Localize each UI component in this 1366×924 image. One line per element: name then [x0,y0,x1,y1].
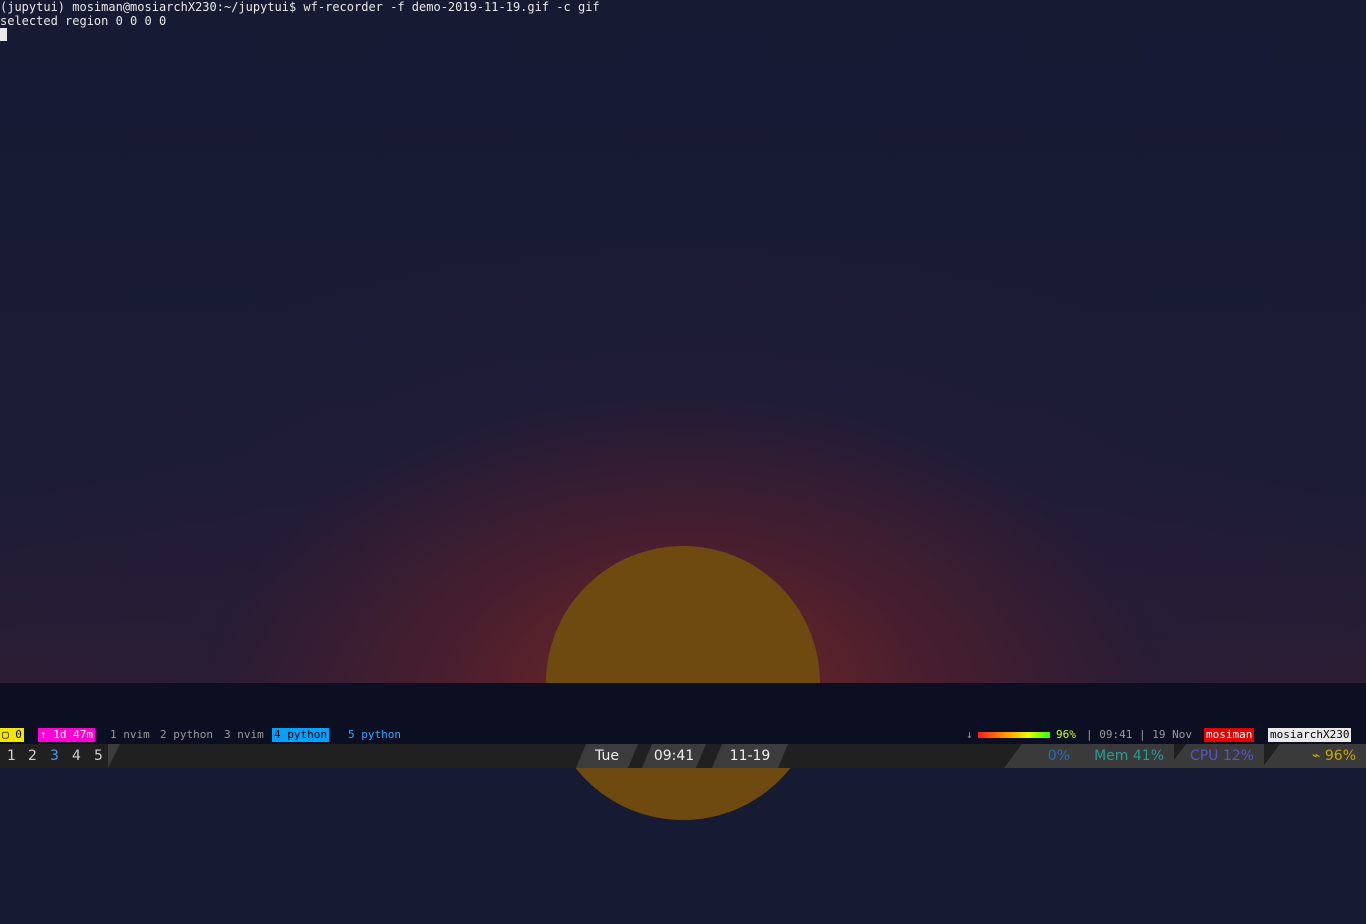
memory-usage: Mem 41% [1062,744,1174,768]
workspace-3[interactable]: 3 [50,748,59,764]
terminal-window[interactable]: (jupytui) mosiman@mosiarchX230:~/jupytui… [0,0,1366,726]
tmux-battery-arrow: ↓ [966,728,973,741]
tmux-battery-percent: 96% [1056,728,1076,741]
tmux-battery-gauge [978,732,1050,738]
tmux-host: mosiarchX230 [1268,728,1352,742]
workspace-4[interactable]: 4 [72,748,81,764]
tmux-clock: | 09:41 | 19 Nov [1086,728,1192,741]
workspace-5[interactable]: 5 [94,748,103,764]
terminal-cursor [0,28,7,41]
tmux-status-bar: ▢ 0 ↑ 1d 47m 1 nvim 2 python 3 nvim 4 py… [0,728,1366,742]
terminal-output-line: selected region 0 0 0 0 [0,14,167,28]
clock-time: 09:41 [642,744,706,768]
workspace-1[interactable]: 1 [7,748,16,764]
tmux-user: mosiman [1204,728,1255,742]
clock-day: Tue [576,744,638,768]
tmux-window-1[interactable]: 1 nvim [108,728,152,742]
terminal-prompt-line: (jupytui) mosiman@mosiarchX230:~/jupytui… [0,0,600,14]
tmux-window-3[interactable]: 3 nvim [222,728,266,742]
workspace-separator [108,744,120,768]
tmux-session[interactable]: ▢ 0 [0,728,24,742]
tmux-uptime: ↑ 1d 47m [38,728,95,742]
cpu-usage: CPU 12% [1168,744,1264,768]
tmux-window-2[interactable]: 2 python [158,728,215,742]
waybar-panel: 1 2 3 4 5 Tue 09:41 11-19 0% Mem 41% CPU… [0,744,1366,768]
tmux-window-5[interactable]: 5 python [346,728,403,742]
tmux-window-4[interactable]: 4 python [272,728,329,742]
clock-date: 11-19 [712,744,788,768]
battery-status: ⌁ 96% [1262,744,1366,768]
workspace-2[interactable]: 2 [28,748,37,764]
